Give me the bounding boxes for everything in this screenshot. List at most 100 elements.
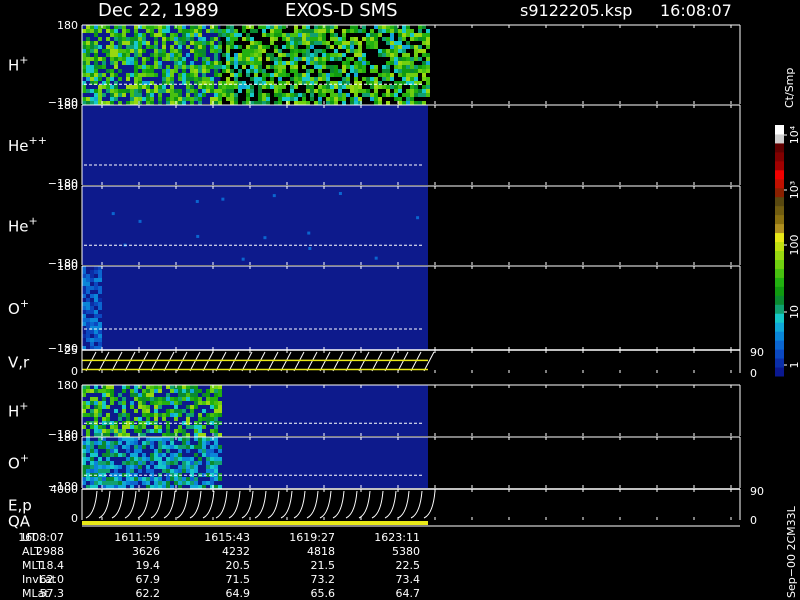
heatmap-cell bbox=[206, 417, 210, 421]
heatmap-cell bbox=[338, 53, 342, 57]
heatmap-cell bbox=[250, 69, 254, 73]
heatmap-cell bbox=[110, 41, 114, 45]
heatmap-cell bbox=[106, 449, 110, 453]
heatmap-cell bbox=[150, 413, 154, 417]
heatmap-cell bbox=[122, 445, 126, 449]
heatmap-cell bbox=[174, 53, 178, 57]
heatmap-cell bbox=[370, 85, 374, 89]
heatmap-cell bbox=[218, 445, 222, 449]
heatmap-cell bbox=[298, 33, 302, 37]
heatmap-cell bbox=[110, 425, 114, 429]
heatmap-cell bbox=[98, 29, 102, 33]
heatmap-cell bbox=[186, 33, 190, 37]
heatmap-cell bbox=[342, 41, 346, 45]
heatmap-cell bbox=[86, 338, 90, 342]
heatmap-cell bbox=[258, 93, 262, 97]
heatmap-cell bbox=[114, 85, 118, 89]
heatmap-cell bbox=[382, 29, 386, 33]
heatmap-cell bbox=[414, 85, 418, 89]
table-cell: 65.6 bbox=[311, 587, 336, 600]
heatmap-cell bbox=[98, 437, 102, 441]
heatmap-cell bbox=[106, 441, 110, 445]
colorbar-segment bbox=[775, 205, 784, 216]
heatmap-cell bbox=[242, 61, 246, 65]
heatmap-cell bbox=[142, 33, 146, 37]
heatmap-cell bbox=[386, 37, 390, 41]
heatmap-cell bbox=[90, 306, 94, 310]
heatmap-cell bbox=[298, 93, 302, 97]
heatmap-cell bbox=[282, 85, 286, 89]
heatmap-cell bbox=[422, 61, 426, 65]
heatmap-cell bbox=[226, 53, 230, 57]
heatmap-cell bbox=[122, 37, 126, 41]
heatmap-cell bbox=[278, 65, 282, 69]
heatmap-cell bbox=[154, 45, 158, 49]
heatmap-cell bbox=[238, 33, 242, 37]
heatmap-cell bbox=[178, 413, 182, 417]
heatmap-cell bbox=[94, 93, 98, 97]
heatmap-cell bbox=[126, 61, 130, 65]
heatmap-cell bbox=[170, 37, 174, 41]
right-axis-top: 90 bbox=[750, 485, 764, 498]
heatmap-cell bbox=[166, 481, 170, 485]
heatmap-cell bbox=[206, 465, 210, 469]
table-cell: 18.4 bbox=[40, 559, 65, 572]
heatmap-cell bbox=[150, 89, 154, 93]
heatmap-cell bbox=[154, 41, 158, 45]
heatmap-cell bbox=[294, 53, 298, 57]
colorbar-segment bbox=[775, 178, 784, 189]
heatmap-cell bbox=[286, 45, 290, 49]
heatmap-cell bbox=[270, 77, 274, 81]
heatmap-cell bbox=[170, 457, 174, 461]
heatmap-cell bbox=[202, 449, 206, 453]
heatmap-cell bbox=[178, 449, 182, 453]
heatmap-cell bbox=[422, 33, 426, 37]
heatmap-cell bbox=[346, 77, 350, 81]
heatmap-cell bbox=[270, 73, 274, 77]
heatmap-cell bbox=[86, 413, 90, 417]
colorbar-segment bbox=[775, 232, 784, 243]
heatmap-cell bbox=[114, 73, 118, 77]
heatmap-cell bbox=[234, 77, 238, 81]
colorbar-segment bbox=[775, 286, 784, 296]
heatmap-cell bbox=[218, 73, 222, 77]
heatmap-cell bbox=[422, 77, 426, 81]
heatmap-cell bbox=[110, 401, 114, 405]
heatmap-cell bbox=[294, 49, 298, 53]
heatmap-cell bbox=[138, 405, 142, 409]
heatmap-cell bbox=[206, 85, 210, 89]
heatmap-cell bbox=[202, 45, 206, 49]
heatmap-cell bbox=[138, 397, 142, 401]
heatmap-cell bbox=[350, 25, 354, 29]
heatmap-cell bbox=[186, 457, 190, 461]
heatmap-cell bbox=[426, 53, 430, 57]
heatmap-cell bbox=[86, 286, 90, 290]
heatmap-cell bbox=[90, 441, 94, 445]
heatmap-cell bbox=[198, 69, 202, 73]
heatmap-cell bbox=[90, 278, 94, 282]
heatmap-cell bbox=[322, 49, 326, 53]
heatmap-cell bbox=[94, 389, 98, 393]
heatmap-cell bbox=[122, 461, 126, 465]
heatmap-cell bbox=[210, 65, 214, 69]
heatmap-cell bbox=[114, 465, 118, 469]
heatmap-cell bbox=[334, 69, 338, 73]
colorbar-segment bbox=[775, 196, 784, 207]
heatmap-cell bbox=[190, 413, 194, 417]
heatmap-cell bbox=[178, 77, 182, 81]
heatmap-cell bbox=[130, 469, 134, 473]
heatmap-cell bbox=[90, 338, 94, 342]
heatmap-cell bbox=[82, 306, 86, 310]
heatmap-cell bbox=[350, 37, 354, 41]
heatmap-cell bbox=[198, 77, 202, 81]
heatmap-cell bbox=[334, 57, 338, 61]
heatmap-cell bbox=[138, 469, 142, 473]
heatmap-cell bbox=[198, 457, 202, 461]
heatmap-cell bbox=[198, 449, 202, 453]
heatmap-cell bbox=[414, 45, 418, 49]
heatmap-cell bbox=[126, 53, 130, 57]
heatmap-cell bbox=[142, 405, 146, 409]
heatmap-cell bbox=[86, 37, 90, 41]
heatmap-cell bbox=[426, 29, 430, 33]
heatmap-cell bbox=[90, 310, 94, 314]
